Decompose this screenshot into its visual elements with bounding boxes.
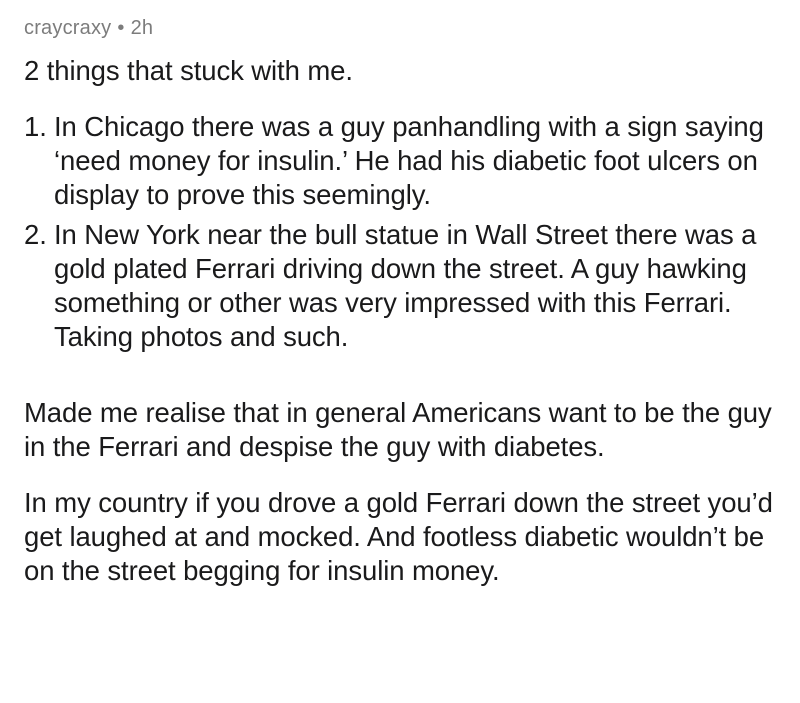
list-item-text: In New York near the bull statue in Wall… [54, 219, 757, 352]
list-item: 2. In New York near the bull statue in W… [24, 218, 776, 354]
list-item: 1. In Chicago there was a guy panhandlin… [24, 110, 776, 212]
comment-age: 2h [130, 17, 154, 39]
comment-card: craycraxy • 2h 2 things that stuck with me… [0, 0, 800, 703]
comment-body: 2 things that stuck with me. 1. In Chica… [24, 54, 776, 588]
comment-paragraph: Made me realise that in general American… [24, 397, 772, 462]
comment-intro: 2 things that stuck with me. [24, 55, 353, 86]
meta-separator: • [117, 17, 125, 39]
comment-paragraph: In my country if you drove a gold Ferrar… [24, 487, 773, 586]
list-item-number: 2. [24, 219, 47, 250]
numbered-list: 1. In Chicago there was a guy panhandlin… [24, 110, 776, 354]
comment-meta: craycraxy • 2h [24, 14, 776, 42]
list-item-text: In Chicago there was a guy panhandling w… [54, 111, 764, 210]
list-item-number: 1. [24, 111, 47, 142]
author-username[interactable]: craycraxy [24, 17, 111, 39]
